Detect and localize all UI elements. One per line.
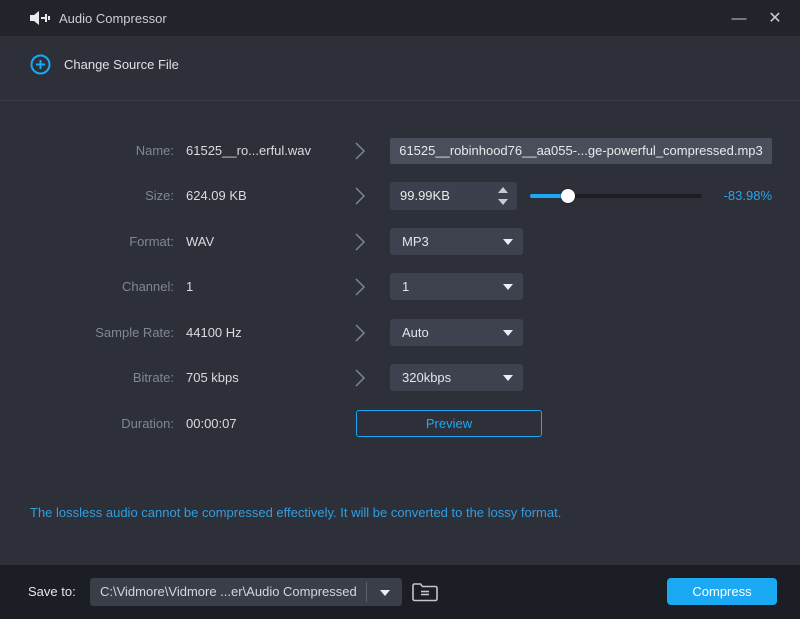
format-dropdown[interactable]: MP3	[390, 228, 523, 255]
close-button[interactable]: ✕	[758, 0, 792, 36]
bitrate-selected: 320kbps	[402, 364, 451, 391]
row-name: Name: 61525__ro...erful.wav 61525__robin…	[0, 137, 800, 165]
channel-selected: 1	[402, 273, 409, 300]
format-source-value: WAV	[186, 228, 214, 256]
header: Change Source File	[0, 36, 800, 101]
spin-down-icon[interactable]	[498, 199, 508, 205]
size-slider[interactable]	[530, 194, 702, 198]
footer-bar: Save to: C:\Vidmore\Vidmore ...er\Audio …	[0, 565, 800, 619]
name-label: Name:	[0, 137, 174, 165]
chevron-right-icon	[354, 324, 366, 342]
row-bitrate: Bitrate: 705 kbps 320kbps	[0, 364, 800, 392]
size-slider-fill	[530, 194, 568, 198]
size-source-value: 624.09 KB	[186, 182, 247, 210]
duration-label: Duration:	[0, 410, 174, 438]
sample-rate-dropdown[interactable]: Auto	[390, 319, 523, 346]
compress-button[interactable]: Compress	[667, 578, 777, 605]
sample-rate-source-value: 44100 Hz	[186, 319, 242, 347]
name-source-value: 61525__ro...erful.wav	[186, 137, 311, 165]
save-to-label: Save to:	[28, 565, 76, 619]
chevron-right-icon	[354, 233, 366, 251]
save-path-combo[interactable]: C:\Vidmore\Vidmore ...er\Audio Compresse…	[90, 578, 402, 606]
change-source-file-label: Change Source File	[64, 57, 179, 72]
size-slider-thumb[interactable]	[561, 189, 575, 203]
spinner-arrows[interactable]	[498, 186, 508, 206]
channel-label: Channel:	[0, 273, 174, 301]
lossless-notice-text: The lossless audio cannot be compressed …	[30, 505, 561, 520]
row-channel: Channel: 1 1	[0, 273, 800, 301]
audio-compressor-window: Audio Compressor — ✕ Change Source File …	[0, 0, 800, 619]
format-selected: MP3	[402, 228, 429, 255]
bitrate-label: Bitrate:	[0, 364, 174, 392]
save-path-value: C:\Vidmore\Vidmore ...er\Audio Compresse…	[100, 578, 358, 606]
dropdown-caret-icon	[380, 590, 390, 596]
folder-icon	[411, 581, 439, 603]
titlebar: Audio Compressor — ✕	[0, 0, 800, 36]
preview-button[interactable]: Preview	[356, 410, 542, 437]
size-label: Size:	[0, 182, 174, 210]
target-size-spinner[interactable]: 99.99KB	[390, 182, 517, 210]
dropdown-caret-icon	[503, 284, 513, 290]
row-duration: Duration: 00:00:07 Preview	[0, 410, 800, 438]
minimize-button[interactable]: —	[722, 0, 756, 36]
plus-circle-icon	[30, 54, 51, 75]
chevron-right-icon	[354, 369, 366, 387]
change-source-file-button[interactable]: Change Source File	[30, 54, 179, 75]
dropdown-caret-icon	[503, 375, 513, 381]
sample-rate-label: Sample Rate:	[0, 319, 174, 347]
dropdown-caret-icon	[503, 239, 513, 245]
chevron-right-icon	[354, 278, 366, 296]
speaker-icon	[30, 10, 50, 26]
channel-dropdown[interactable]: 1	[390, 273, 523, 300]
bitrate-source-value: 705 kbps	[186, 364, 239, 392]
row-size: Size: 624.09 KB 99.99KB -83.98%	[0, 182, 800, 210]
row-format: Format: WAV MP3	[0, 228, 800, 256]
dropdown-caret-icon	[503, 330, 513, 336]
bitrate-dropdown[interactable]: 320kbps	[390, 364, 523, 391]
output-name-input[interactable]: 61525__robinhood76__aa055-...ge-powerful…	[390, 138, 772, 164]
chevron-right-icon	[354, 187, 366, 205]
window-title: Audio Compressor	[59, 11, 167, 26]
format-label: Format:	[0, 228, 174, 256]
target-size-value: 99.99KB	[400, 182, 450, 210]
chevron-right-icon	[354, 142, 366, 160]
browse-folder-button[interactable]	[411, 581, 439, 603]
combo-divider	[366, 582, 367, 602]
duration-source-value: 00:00:07	[186, 410, 237, 438]
size-reduction-percent: -83.98%	[702, 182, 772, 210]
sample-rate-selected: Auto	[402, 319, 429, 346]
row-sample-rate: Sample Rate: 44100 Hz Auto	[0, 319, 800, 347]
spin-up-icon[interactable]	[498, 187, 508, 193]
channel-source-value: 1	[186, 273, 193, 301]
